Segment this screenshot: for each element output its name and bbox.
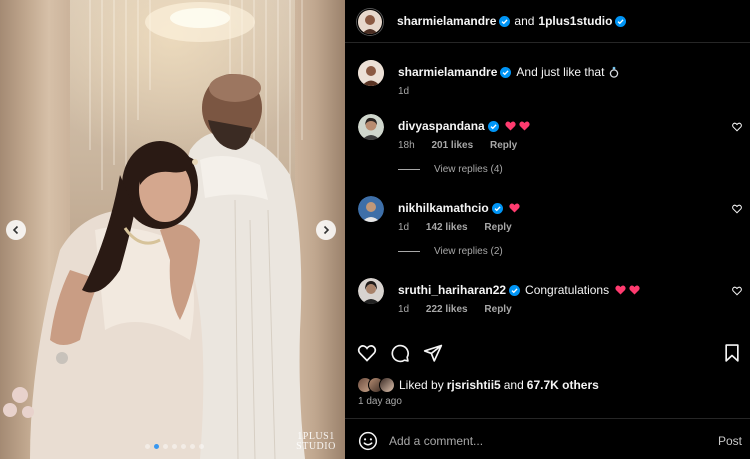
heart-emoji-icon xyxy=(629,285,640,295)
comment-body: sharmielamandre And just like that xyxy=(398,65,620,79)
reply-button[interactable]: Reply xyxy=(484,304,511,315)
chevron-right-icon xyxy=(323,225,330,235)
verified-badge-icon xyxy=(509,284,521,296)
comment-time: 1d xyxy=(398,304,410,315)
reply-button[interactable]: Reply xyxy=(490,140,517,151)
verified-badge-icon xyxy=(499,15,511,27)
like-heart-icon[interactable] xyxy=(357,343,377,363)
watermark-line-2: STUDIO xyxy=(296,441,336,452)
add-comment-bar: Post xyxy=(345,418,750,459)
heart-emoji-icon xyxy=(615,285,626,295)
verified-badge-icon xyxy=(487,120,499,132)
comment-likes[interactable]: 222 likes xyxy=(426,304,468,315)
comment-time: 1d xyxy=(398,222,410,233)
verified-badge-icon xyxy=(491,202,503,214)
post-details-panel: sharmielamandre and 1plus1studio sharmie… xyxy=(345,0,750,459)
post-photo[interactable]: 1PLUS1 STUDIO xyxy=(0,0,345,459)
carousel-dot xyxy=(172,444,177,449)
collaborator-username[interactable]: 1plus1studio xyxy=(538,14,612,28)
carousel-indicator xyxy=(145,444,204,449)
heart-emoji-icon xyxy=(505,121,516,131)
post-comment-button[interactable]: Post xyxy=(718,434,742,448)
header-conjunction: and xyxy=(514,14,535,28)
ring-emoji-icon xyxy=(610,66,619,78)
likes-prefix: Liked by xyxy=(399,378,444,392)
post-action-bar xyxy=(345,340,750,370)
commenter-avatar[interactable] xyxy=(358,114,384,140)
heart-emoji-icon xyxy=(519,121,530,131)
liker-avatars xyxy=(357,376,395,394)
carousel-dot xyxy=(154,444,159,449)
previous-photo-button[interactable] xyxy=(6,220,26,240)
person-avatar-icon xyxy=(358,114,384,140)
likes-count[interactable]: 67.7K others xyxy=(527,378,599,392)
save-bookmark-icon[interactable] xyxy=(722,343,742,363)
comment-meta: 1d 222 likes Reply xyxy=(398,304,526,315)
comment-username[interactable]: divyaspandana xyxy=(398,119,485,133)
author-avatar[interactable] xyxy=(357,9,383,35)
comment-time: 18h xyxy=(398,140,415,151)
comment-likes[interactable]: 142 likes xyxy=(426,222,468,233)
verified-badge-icon xyxy=(500,66,512,78)
comment-text: And just like that xyxy=(516,65,605,79)
comment-input[interactable] xyxy=(389,431,689,451)
comment-body: sruthi_hariharan22 Congratulations xyxy=(398,283,640,297)
emoji-smiley-icon[interactable] xyxy=(358,431,378,451)
liker-avatar xyxy=(379,377,395,393)
post-header: sharmielamandre and 1plus1studio xyxy=(345,0,750,43)
carousel-dot xyxy=(199,444,204,449)
carousel-dot xyxy=(145,444,150,449)
carousel-dot xyxy=(163,444,168,449)
comment-bubble-icon[interactable] xyxy=(390,343,410,363)
like-comment-heart-icon[interactable] xyxy=(732,286,742,296)
comment-time: 1d xyxy=(398,86,410,97)
studio-watermark: 1PLUS1 STUDIO xyxy=(293,432,339,452)
person-avatar-icon xyxy=(358,278,384,304)
comment-username[interactable]: nikhilkamathcio xyxy=(398,201,489,215)
liker-username[interactable]: rjsrishtii5 xyxy=(447,378,501,392)
carousel-dot xyxy=(190,444,195,449)
comment-meta: 18h 201 likes Reply xyxy=(398,140,531,151)
author-avatar[interactable] xyxy=(358,60,384,86)
like-comment-heart-icon[interactable] xyxy=(732,122,742,132)
share-paper-plane-icon[interactable] xyxy=(423,343,443,363)
likes-conjunction: and xyxy=(503,378,524,392)
replies-divider-line xyxy=(398,251,420,252)
person-avatar-icon xyxy=(358,10,382,34)
comment-body: nikhilkamathcio xyxy=(398,201,520,215)
comment-meta: 1d xyxy=(398,86,423,97)
comments-list[interactable]: sharmielamandre And just like that 1d di… xyxy=(345,44,750,330)
post-header-text: sharmielamandre and 1plus1studio xyxy=(397,14,627,28)
comment-likes[interactable]: 201 likes xyxy=(431,140,473,151)
like-comment-heart-icon[interactable] xyxy=(732,204,742,214)
post-timestamp[interactable]: 1 day ago xyxy=(358,396,402,407)
view-replies-label: View replies (2) xyxy=(434,246,503,257)
chevron-left-icon xyxy=(12,225,19,235)
replies-divider-line xyxy=(398,169,420,170)
carousel-dot xyxy=(181,444,186,449)
next-photo-button[interactable] xyxy=(316,220,336,240)
comment-username[interactable]: sruthi_hariharan22 xyxy=(398,283,506,297)
likes-summary[interactable]: Liked by rjsrishtii5 and 67.7K others xyxy=(357,376,599,394)
comment-meta: 1d 142 likes Reply xyxy=(398,222,526,233)
view-replies-button[interactable]: View replies (4) xyxy=(398,164,503,175)
reply-button[interactable]: Reply xyxy=(484,222,511,233)
heart-emoji-icon xyxy=(509,203,520,213)
comment-text: Congratulations xyxy=(525,283,610,297)
comment-body: divyaspandana xyxy=(398,119,530,133)
person-avatar-icon xyxy=(358,196,384,222)
author-username[interactable]: sharmielamandre xyxy=(397,14,496,28)
commenter-avatar[interactable] xyxy=(358,196,384,222)
person-avatar-icon xyxy=(358,60,384,86)
couple-illustration xyxy=(3,74,305,459)
comment-username[interactable]: sharmielamandre xyxy=(398,65,497,79)
view-replies-label: View replies (4) xyxy=(434,164,503,175)
commenter-avatar[interactable] xyxy=(358,278,384,304)
verified-badge-icon xyxy=(615,15,627,27)
view-replies-button[interactable]: View replies (2) xyxy=(398,246,503,257)
